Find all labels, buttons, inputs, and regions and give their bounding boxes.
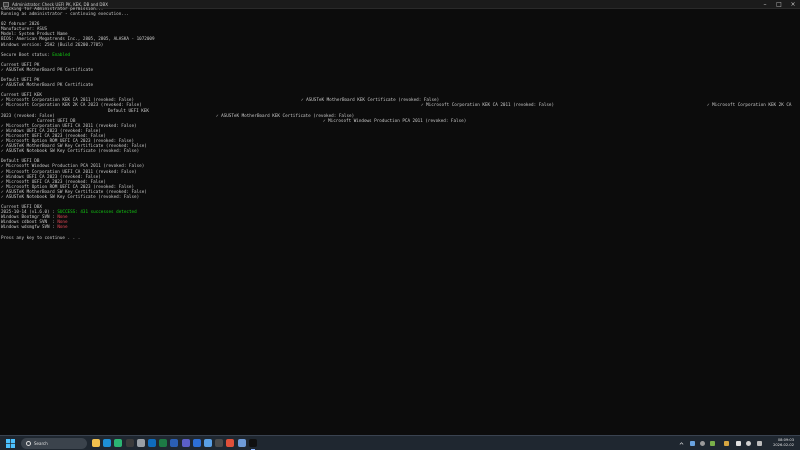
edge-icon[interactable]	[114, 439, 123, 447]
settings-icon[interactable]	[136, 439, 145, 447]
mail-icon[interactable]	[148, 439, 156, 447]
excel-icon[interactable]	[159, 439, 168, 447]
tray-app-icon-4[interactable]	[724, 441, 729, 446]
file-explorer-icon[interactable]	[92, 439, 100, 447]
taskbar-search-box[interactable]: Search	[21, 438, 87, 449]
tray-app-icon-2[interactable]	[700, 441, 705, 446]
notepad-icon[interactable]	[237, 439, 246, 447]
store-icon[interactable]	[192, 439, 201, 447]
word-icon[interactable]	[170, 439, 179, 447]
console-text: Press any key to continue . . .	[1, 235, 81, 241]
terminal-app-icon[interactable]	[125, 439, 134, 447]
volume-icon[interactable]	[746, 441, 751, 446]
taskbar-clock[interactable]: 08:09:03 2026-02-02	[773, 438, 794, 448]
console-line: Press any key to continue . . .	[1, 236, 799, 241]
browser-icon[interactable]	[103, 439, 112, 447]
battery-icon[interactable]	[757, 441, 762, 446]
console-output[interactable]: Checking for Administrator permission...…	[1, 7, 799, 435]
teams-icon[interactable]	[181, 439, 190, 447]
taskbar: Search 08:09:03 2026-02-02	[0, 435, 800, 450]
windows-start-icon[interactable]	[6, 439, 15, 448]
clock-date: 2026-02-02	[773, 443, 794, 447]
cmd-icon[interactable]	[248, 439, 257, 450]
tray-app-icon-3[interactable]	[710, 441, 715, 446]
brave-icon[interactable]	[226, 439, 235, 447]
search-icon	[26, 441, 31, 446]
calculator-icon[interactable]	[215, 439, 224, 447]
search-placeholder: Search	[34, 441, 48, 446]
chevron-up-icon[interactable]	[679, 441, 684, 446]
window-title: Administrator: Check UEFI PK, KEK, DB an…	[12, 1, 108, 7]
tray-app-icon[interactable]	[690, 441, 695, 446]
photos-icon[interactable]	[204, 439, 212, 447]
network-icon[interactable]	[736, 441, 741, 446]
terminal-icon	[3, 1, 9, 7]
